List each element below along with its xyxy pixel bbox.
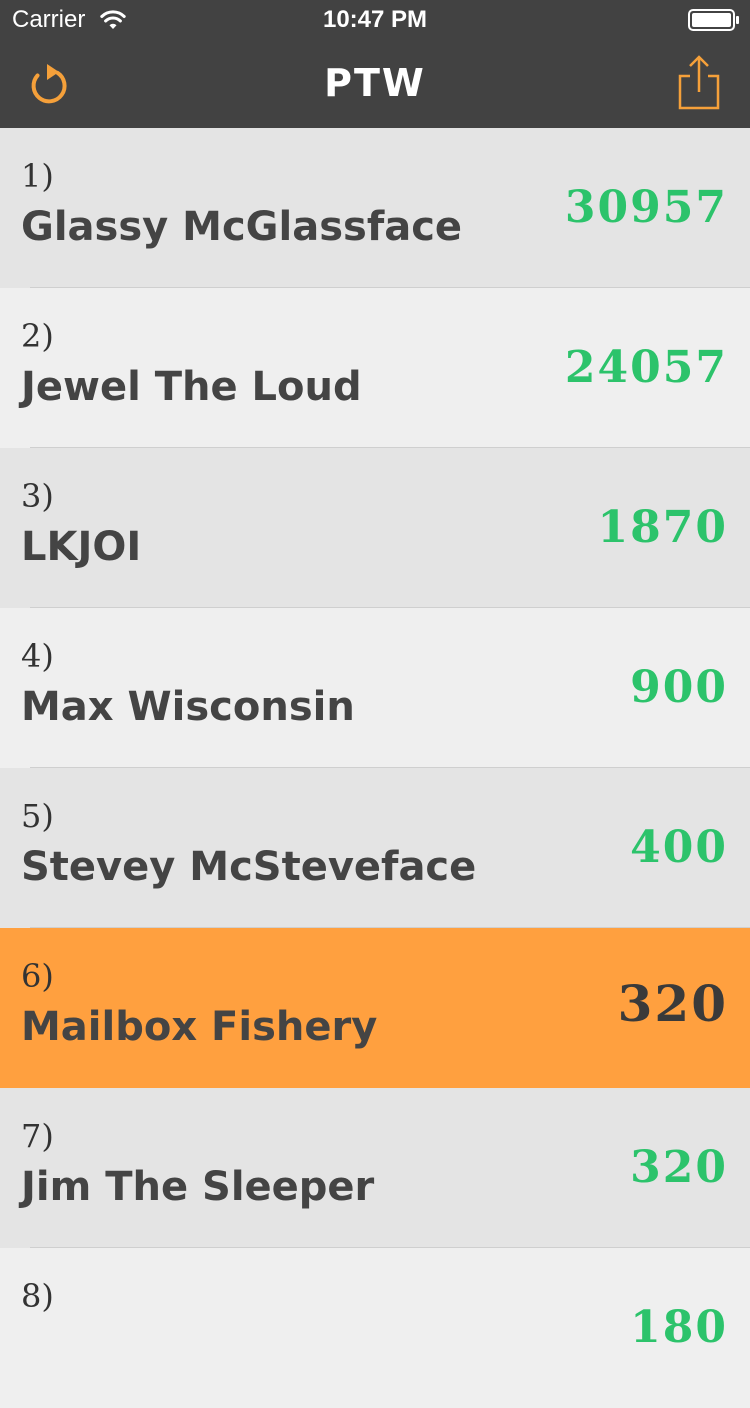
leaderboard-list: 1) Glassy McGlassface 30957 2) Jewel The… <box>0 128 750 1408</box>
battery-icon <box>688 9 739 31</box>
leaderboard-row[interactable]: 1) Glassy McGlassface 30957 <box>0 128 750 288</box>
leaderboard-row[interactable]: 4) Max Wisconsin 900 <box>0 608 750 768</box>
player-score: 320 <box>617 974 728 1033</box>
status-bar: Carrier 10:47 PM <box>0 0 750 40</box>
rank-label: 4) <box>21 637 54 675</box>
player-name: Stevey McSteveface <box>21 844 477 890</box>
rank-label: 2) <box>21 317 54 355</box>
leaderboard-row[interactable]: 8) 180 <box>0 1248 750 1408</box>
player-name: Jewel The Loud <box>21 364 362 410</box>
player-score: 900 <box>630 662 728 713</box>
player-name: Glassy McGlassface <box>21 204 463 250</box>
player-score: 24057 <box>564 342 728 393</box>
refresh-button[interactable] <box>26 58 74 110</box>
rank-label: 1) <box>21 157 54 195</box>
leaderboard-row[interactable]: 5) Stevey McSteveface 400 <box>0 768 750 928</box>
player-score: 180 <box>630 1302 728 1353</box>
player-name: Jim The Sleeper <box>21 1164 375 1210</box>
rank-label: 8) <box>21 1277 54 1315</box>
clock-time: 10:47 PM <box>322 6 428 33</box>
rank-label: 6) <box>21 957 54 995</box>
rank-label: 7) <box>21 1117 54 1155</box>
page-title: PTW <box>324 61 426 105</box>
leaderboard-row[interactable]: 7) Jim The Sleeper 320 <box>0 1088 750 1248</box>
leaderboard-row-current-player[interactable]: 6) Mailbox Fishery 320 <box>0 928 750 1088</box>
nav-bar: PTW <box>0 40 750 129</box>
leaderboard-row[interactable]: 3) LKJOI 1870 <box>0 448 750 608</box>
rank-label: 5) <box>21 797 54 835</box>
share-button[interactable] <box>676 54 722 112</box>
player-score: 30957 <box>564 182 728 233</box>
player-score: 320 <box>630 1142 728 1193</box>
leaderboard-row[interactable]: 2) Jewel The Loud 24057 <box>0 288 750 448</box>
player-score: 1870 <box>597 502 728 553</box>
player-name: Max Wisconsin <box>21 684 355 730</box>
player-name: LKJOI <box>21 524 142 570</box>
player-name: Mailbox Fishery <box>21 1004 378 1050</box>
rank-label: 3) <box>21 477 54 515</box>
share-icon <box>678 55 720 110</box>
refresh-icon <box>31 64 67 104</box>
player-score: 400 <box>630 822 728 873</box>
